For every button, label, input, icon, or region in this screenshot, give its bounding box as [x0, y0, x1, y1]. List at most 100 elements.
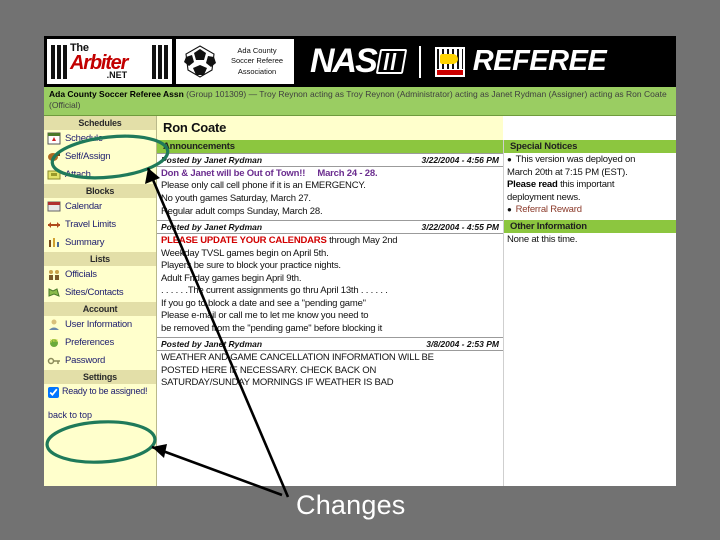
- sidebar-label-user-information: User Information: [65, 319, 133, 331]
- announcement-posted-by: Posted by Janet Rydman: [161, 339, 263, 350]
- announcement-headline-suffix: March 24 - 28.: [317, 167, 378, 179]
- sidebar-label-preferences: Preferences: [65, 337, 115, 349]
- naso-o-glyph-icon: [375, 49, 408, 74]
- notice-line-3: this important: [560, 179, 615, 191]
- sidebar-item-attach[interactable]: Attach: [44, 166, 156, 184]
- announcement-line: Players be sure to block your practice n…: [161, 260, 341, 272]
- sidebar-item-officials[interactable]: Officials: [44, 266, 156, 284]
- referee-whistle-icon: [434, 46, 465, 77]
- announcement-meta: Posted by Janet Rydman 3/8/2004 - 2:53 P…: [157, 337, 503, 352]
- sidebar-item-schedule[interactable]: Schedule: [44, 130, 156, 148]
- association-logo-text: Ada County Soccer Referee Association: [220, 46, 294, 76]
- referee-logo-text: REFEREE: [472, 45, 607, 77]
- other-information-heading: Other Information: [504, 220, 676, 234]
- sidebar-heading-settings: Settings: [44, 369, 156, 384]
- arbiter-web-page: The Arbiter .NET Ada County Soccer Refer…: [44, 36, 676, 486]
- main-column: Ron Coate Announcements Posted by Janet …: [157, 115, 503, 486]
- announcement-headline-suffix: through May 2nd: [329, 235, 398, 247]
- announcement-posted-by: Posted by Janet Rydman: [161, 154, 263, 165]
- slide-caption: Changes: [296, 490, 406, 520]
- context-org-name: Ada County Soccer Referee Assn: [49, 89, 184, 99]
- context-group-id: (Group 101309): [186, 89, 247, 99]
- announcement-line: WEATHER AND GAME CANCELLATION INFORMATIO…: [161, 352, 434, 364]
- announcement-line: Please only call cell phone if it is an …: [161, 180, 366, 192]
- association-line-3: Association: [237, 66, 277, 76]
- announcement-timestamp: 3/8/2004 - 2:53 PM: [426, 339, 499, 350]
- ready-to-be-assigned-checkbox[interactable]: [48, 386, 59, 398]
- bullet-icon: ●: [507, 154, 512, 164]
- sidebar-label-sites-contacts: Sites/Contacts: [65, 287, 124, 299]
- bullet-icon: ●: [507, 205, 512, 215]
- ready-to-be-assigned-label: Ready to be assigned!: [62, 385, 148, 396]
- sidebar-label-calendar: Calendar: [65, 201, 102, 213]
- sidebar-label-schedule: Schedule: [65, 133, 104, 145]
- attach-icon: [47, 168, 61, 181]
- sidebar-item-preferences[interactable]: yes Preferences: [44, 334, 156, 352]
- announcement-line: Weekday TVSL games begin on April 5th.: [161, 247, 329, 259]
- sidebar-item-self-assign[interactable]: Self/Assign: [44, 148, 156, 166]
- site-banner: The Arbiter .NET Ada County Soccer Refer…: [44, 36, 676, 87]
- notice-line-4: deployment news.: [507, 191, 581, 203]
- announcement-timestamp: 3/22/2004 - 4:55 PM: [421, 222, 500, 233]
- other-information-body: None at this time.: [507, 234, 578, 246]
- notice-line-1: This version was deployed on: [515, 153, 636, 165]
- announcement-headline: PLEASE UPDATE YOUR CALENDARS: [161, 235, 327, 247]
- announcement-line: Regular adult comps Sunday, March 28.: [161, 205, 323, 217]
- sidebar-item-sites-contacts[interactable]: Sites/Contacts: [44, 284, 156, 302]
- sidebar-item-user-information[interactable]: User Information: [44, 316, 156, 334]
- announcement-line: POSTED HERE IF NECESSARY. CHECK BACK ON: [161, 364, 377, 376]
- sidebar-heading-blocks: Blocks: [44, 183, 156, 198]
- announcement-line: If you go to block a date and see a "pen…: [161, 297, 366, 309]
- naso-logo-text: NAS: [310, 42, 378, 80]
- sidebar-label-password: Password: [65, 355, 106, 367]
- map-icon: [47, 286, 61, 299]
- svg-text:yes: yes: [50, 338, 58, 344]
- announcement-line: No youth games Saturday, March 27.: [161, 193, 311, 204]
- announcement-body: WEATHER AND GAME CANCELLATION INFORMATIO…: [157, 351, 503, 392]
- announcement-posted-by: Posted by Janet Rydman: [161, 222, 263, 233]
- sidebar-item-travel-limits[interactable]: Travel Limits: [44, 216, 156, 234]
- acting-as-context-bar: Ada County Soccer Referee Assn (Group 10…: [44, 87, 676, 116]
- page-title: Ron Coate: [157, 115, 503, 140]
- announcement-body: Don & Janet will be Out of Town!! March …: [157, 167, 503, 220]
- association-logo[interactable]: Ada County Soccer Referee Association: [176, 39, 294, 84]
- sidebar-label-travel-limits: Travel Limits: [65, 219, 116, 231]
- back-to-top-link[interactable]: back to top: [44, 400, 156, 420]
- whistle-icon: [47, 150, 61, 163]
- announcement-line: be removed from the "pending game" befor…: [161, 322, 383, 334]
- sidebar-label-officials: Officials: [65, 269, 97, 281]
- notice-line-2: March 20th at 7:15 PM (EST).: [507, 166, 628, 178]
- sidebar-heading-lists: Lists: [44, 251, 156, 266]
- barcode-bars-right-icon: [148, 44, 168, 79]
- context-dash: —: [248, 89, 258, 99]
- calendar-icon: [47, 132, 61, 145]
- logo-divider: [418, 45, 421, 78]
- sidebar-label-self-assign: Self/Assign: [65, 151, 111, 163]
- announcement-meta: Posted by Janet Rydman 3/22/2004 - 4:56 …: [157, 152, 503, 167]
- association-line-1: Ada County: [237, 46, 277, 56]
- association-line-2: Soccer Referee: [230, 56, 284, 66]
- announcement-line: SATURDAY/SUNDAY MORNINGS IF WEATHER IS B…: [161, 377, 394, 389]
- notice-bold: Please read: [507, 179, 558, 191]
- preferences-icon: yes: [47, 336, 61, 349]
- sidebar-heading-schedules: Schedules: [44, 115, 156, 130]
- barcode-bars-icon: [47, 44, 67, 79]
- key-icon: [47, 354, 61, 367]
- referral-reward-link[interactable]: Referral Reward: [516, 204, 582, 217]
- announcement-line: Adult Friday games begin April 9th.: [161, 272, 302, 284]
- announcement-timestamp: 3/22/2004 - 4:56 PM: [421, 154, 500, 165]
- announcement-line: Please e-mail or call me to let me know …: [161, 310, 369, 322]
- user-icon: [47, 318, 61, 331]
- right-panel: Special Notices ● This version was deplo…: [503, 139, 676, 486]
- sidebar-item-calendar[interactable]: Calendar: [44, 198, 156, 216]
- announcement-headline: Don & Janet will be Out of Town!!: [161, 167, 306, 179]
- special-notices-heading: Special Notices: [504, 139, 676, 153]
- ready-to-be-assigned-row[interactable]: Ready to be assigned!: [44, 384, 156, 400]
- arbiter-logo[interactable]: The Arbiter .NET: [47, 39, 172, 84]
- sidebar-item-summary[interactable]: Summary: [44, 234, 156, 252]
- announcement-body: PLEASE UPDATE YOUR CALENDARS through May…: [157, 234, 503, 337]
- sidebar-item-password[interactable]: Password: [44, 352, 156, 370]
- summary-icon: [47, 236, 61, 249]
- left-sidebar: Schedules Schedule Self/Assign Attach Bl: [44, 115, 157, 486]
- sidebar-heading-account: Account: [44, 301, 156, 316]
